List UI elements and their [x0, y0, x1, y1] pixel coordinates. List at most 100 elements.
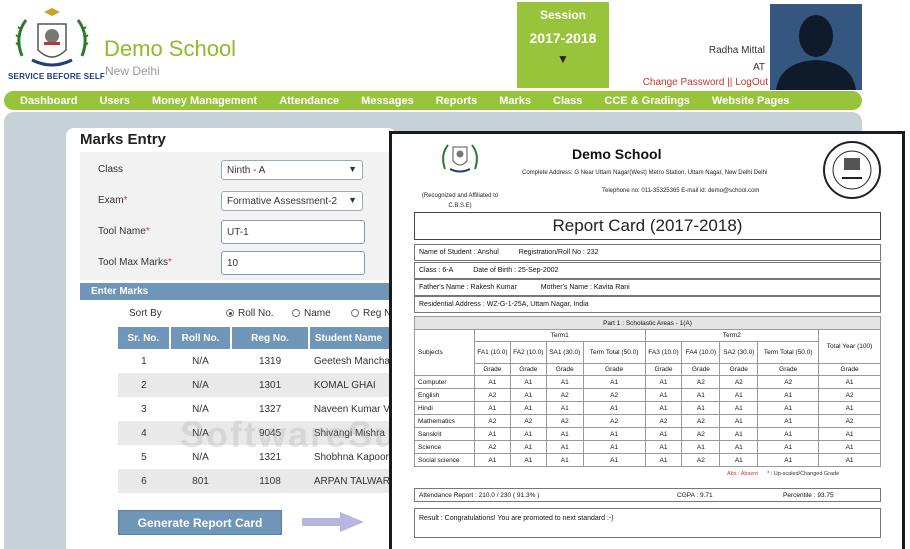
fa3-header: FA3 (10.0) [644, 341, 683, 364]
grade-header: Grade [719, 363, 759, 376]
grade-header: Grade [473, 363, 511, 376]
cell-sr: 6 [118, 469, 170, 493]
grade-legend: Abs : Absent * : Up-scaled/Changed Grade [727, 471, 839, 477]
tool-name-input[interactable]: UT-1 [221, 220, 365, 244]
table-row: 4 N/A 9045 Shivangi Mishra [118, 421, 395, 445]
nav-class[interactable]: Class [553, 95, 582, 107]
grade-cell: A1 [644, 453, 683, 467]
student-name-label: Name of Student : [419, 249, 476, 256]
cell-sr: 5 [118, 445, 170, 469]
grade-cell: A1 [473, 375, 511, 389]
sort-name-radio[interactable]: Name [292, 308, 331, 319]
grade-cell: A1 [509, 401, 547, 415]
col-student-name: Student Name [308, 327, 397, 349]
user-name: Radha Mittal [708, 45, 765, 56]
class-select[interactable]: Ninth - A ▼ [221, 160, 363, 180]
cell-roll: N/A [169, 421, 232, 445]
sa2-header: SA2 (30.0) [719, 341, 759, 364]
grade-cell: A2 [757, 375, 820, 389]
cell-name: Naveen Kumar Ve [308, 397, 395, 421]
grade-cell: A1 [719, 440, 759, 454]
page-title: Marks Entry [80, 131, 166, 148]
grade-cell: A1 [681, 388, 721, 402]
grade-cell: A1 [757, 401, 820, 415]
cell-name: Geetesh Manchar [308, 349, 395, 373]
sort-roll-radio[interactable]: Roll No. [226, 308, 274, 319]
grade-header: Grade [818, 363, 881, 376]
grade-row: Mathematics A2 A2 A2 A2 A2 A2 A1 A1 A2 [414, 414, 881, 428]
nav-dashboard[interactable]: Dashboard [20, 95, 77, 107]
term1-total-header: Term Total (50.0) [582, 341, 646, 364]
tool-max-input[interactable]: 10 [221, 251, 365, 275]
chevron-down-icon: ▼ [348, 195, 357, 205]
required-mark: * [123, 195, 128, 206]
exam-label: Exam* [98, 195, 127, 206]
nav-users[interactable]: Users [99, 95, 130, 107]
nav-reports[interactable]: Reports [436, 95, 478, 107]
grade-cell: A2 [582, 388, 646, 402]
page: SERVICE BEFORE SELF Demo School New Delh… [0, 0, 910, 549]
grade-cell: A1 [644, 401, 683, 415]
school-name: Demo School [104, 36, 237, 61]
sort-reg-radio[interactable]: Reg N [351, 308, 391, 319]
cell-roll: N/A [169, 373, 232, 397]
students-table: Sr. No. Roll No. Reg No. Student Name 1 … [118, 327, 397, 493]
cell-name: Shobhna Kapoor [308, 445, 395, 469]
legend-absent: Abs : Absent [727, 471, 758, 477]
sort-name-label: Name [304, 308, 331, 319]
table-row: 5 N/A 1321 Shobhna Kapoor [118, 445, 395, 469]
grade-header: Grade [644, 363, 683, 376]
grade-cell: A1 [719, 427, 759, 441]
cell-name: KOMAL GHAI [308, 373, 395, 397]
logout-link[interactable]: LogOut [735, 77, 768, 88]
table-row: 3 N/A 1327 Naveen Kumar Ve [118, 397, 395, 421]
school-emblem [442, 144, 478, 173]
grade-cell: A1 [582, 440, 646, 454]
grade-cell: A1 [473, 453, 511, 467]
cbse-seal-icon [823, 141, 881, 199]
nav-website-pages[interactable]: Website Pages [712, 95, 789, 107]
parents-info-row: Father's Name : Rakesh Kumar Mother's Na… [414, 279, 881, 296]
grade-cell: A1 [545, 440, 584, 454]
avatar[interactable] [770, 4, 862, 90]
grade-row: Computer A1 A1 A1 A1 A1 A2 A2 A2 A1 [414, 375, 881, 389]
subject-name: Science [414, 440, 475, 454]
nav-money-management[interactable]: Money Management [152, 95, 257, 107]
term2-header: Term2 [644, 329, 820, 342]
grade-row: Sanskrit A1 A1 A1 A1 A1 A2 A1 A1 A1 [414, 427, 881, 441]
class-value: 6-A [442, 267, 454, 274]
subject-name: Social science [414, 453, 475, 467]
grade-cell: A2 [473, 414, 511, 428]
session-selector[interactable]: Session 2017-2018 ▼ [517, 2, 609, 88]
sort-roll-label: Roll No. [238, 308, 274, 319]
address-value: WZ-G-1-25A, Uttam Nagar, India [486, 301, 589, 308]
grade-rows: Computer A1 A1 A1 A1 A1 A2 A2 A2 A1 English A2 A1 A2 A… [414, 375, 881, 467]
grade-cell: A2 [681, 414, 721, 428]
nav-messages[interactable]: Messages [361, 95, 414, 107]
grade-cell: A1 [473, 427, 511, 441]
cell-roll: 801 [169, 469, 232, 493]
required-mark: * [168, 257, 172, 268]
grade-cell: A1 [818, 375, 881, 389]
change-password-link[interactable]: Change Password [643, 77, 725, 88]
nav-cce-gradings[interactable]: CCE & Gradings [604, 95, 690, 107]
radio-unchecked-icon [292, 309, 300, 317]
grade-cell: A1 [509, 427, 547, 441]
cell-name: ARPAN TALWAR [308, 469, 395, 493]
report-school-name: Demo School [572, 146, 662, 162]
chevron-down-icon[interactable]: ▼ [517, 52, 609, 66]
nav-attendance[interactable]: Attendance [279, 95, 339, 107]
grade-cell: A1 [545, 453, 584, 467]
grade-cell: A1 [818, 440, 881, 454]
result-box: Result : Congratulations! You are promot… [414, 508, 881, 538]
subject-name: Computer [414, 375, 475, 389]
cell-reg: 9045 [231, 421, 309, 445]
chevron-down-icon: ▼ [348, 164, 357, 174]
exam-select[interactable]: Formative Assessment-2 ▼ [221, 191, 363, 211]
nav-marks[interactable]: Marks [499, 95, 531, 107]
subject-name: Hindi [414, 401, 475, 415]
generate-report-card-button[interactable]: Generate Report Card [118, 510, 282, 535]
table-row: 6 801 1108 ARPAN TALWAR [118, 469, 395, 493]
fa2-header: FA2 (10.0) [509, 341, 547, 364]
grade-cell: A1 [719, 453, 759, 467]
